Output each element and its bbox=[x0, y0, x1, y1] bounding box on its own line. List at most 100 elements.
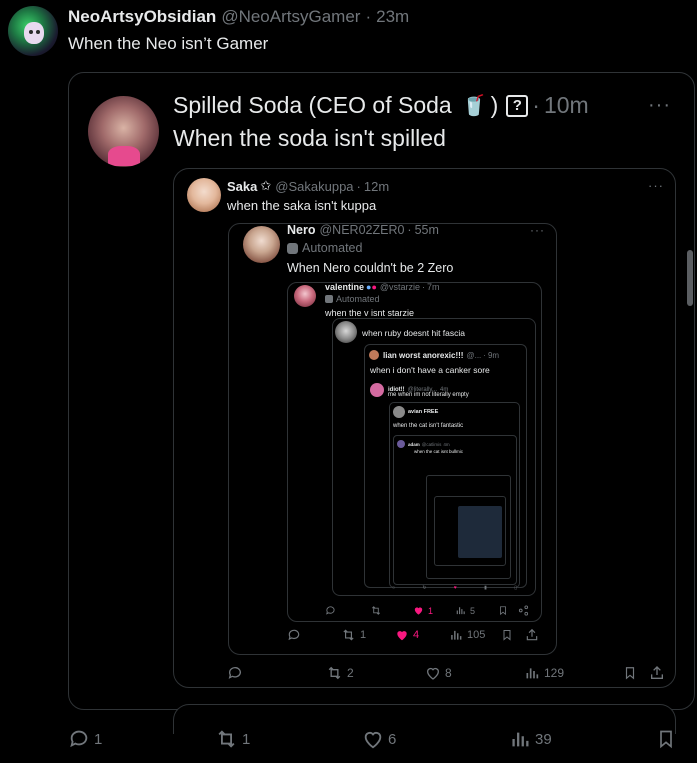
avatar[interactable] bbox=[370, 383, 384, 397]
close-paren: ) bbox=[490, 92, 499, 118]
views-icon bbox=[456, 607, 465, 615]
views-button[interactable]: 129 bbox=[524, 665, 564, 681]
quoted-author-handle[interactable]: @NER02ZER0 bbox=[319, 223, 404, 237]
like-button[interactable]: 1 bbox=[413, 605, 433, 616]
repost-icon bbox=[343, 629, 354, 641]
reply-icon[interactable]: ○ bbox=[392, 585, 395, 591]
media-thumbnail[interactable] bbox=[458, 506, 502, 558]
separator-dot: · bbox=[365, 7, 372, 26]
like-icon[interactable]: ♥ bbox=[454, 585, 457, 591]
share-button[interactable] bbox=[525, 628, 539, 642]
views-icon bbox=[512, 732, 529, 747]
quoted-time[interactable]: 9m bbox=[488, 351, 499, 360]
quoted-avatar[interactable] bbox=[294, 285, 316, 307]
views-icon bbox=[526, 668, 539, 679]
scrollbar-thumb[interactable] bbox=[687, 250, 693, 306]
reply-button[interactable] bbox=[287, 628, 301, 642]
quoted-author-handle[interactable]: @Sakakuppa bbox=[275, 179, 353, 194]
views-icon[interactable]: ▮ bbox=[484, 585, 487, 591]
action-bar: 1 4 105 bbox=[287, 628, 542, 644]
more-options-icon[interactable]: ··· bbox=[530, 223, 545, 237]
like-button[interactable]: 6 bbox=[362, 728, 396, 750]
share-button[interactable] bbox=[649, 665, 665, 681]
quoted-author-name[interactable]: Saka bbox=[227, 179, 257, 194]
bookmark-button[interactable] bbox=[623, 665, 637, 681]
bookmark-button[interactable] bbox=[501, 628, 513, 642]
action-bar: 1 5 bbox=[325, 605, 533, 619]
avatar[interactable] bbox=[369, 350, 379, 360]
quoted-author-handle[interactable]: @catlimis bbox=[422, 442, 442, 447]
quoted-author-name[interactable]: Spilled Soda (CEO of Soda bbox=[173, 92, 452, 119]
post-time[interactable]: 23m bbox=[376, 7, 409, 27]
reply-icon bbox=[288, 629, 300, 641]
views-button[interactable]: 5 bbox=[455, 605, 475, 616]
action-bar: ○ ↻ ♥ ▮ ▯ bbox=[392, 585, 517, 591]
avatar-eye bbox=[29, 30, 33, 34]
repost-icon bbox=[328, 666, 341, 680]
quoted-time[interactable]: 7m bbox=[427, 282, 440, 292]
quoted-text: me when im not literally empty bbox=[388, 392, 469, 398]
quoted-header: lian worst anorexic!!! @... · 9m bbox=[369, 350, 499, 360]
quoted-author-handle[interactable]: @... bbox=[466, 351, 481, 360]
repost-button[interactable]: 2 bbox=[326, 665, 354, 681]
bookmark-icon bbox=[625, 667, 635, 680]
quoted-avatar[interactable] bbox=[88, 96, 159, 167]
quoted-text: When the soda isn't spilled bbox=[173, 125, 446, 151]
quoted-author-handle[interactable]: @vstarzie bbox=[380, 282, 420, 292]
bookmark-icon bbox=[503, 630, 511, 641]
bot-icon bbox=[287, 242, 298, 254]
soda-emoji: 🥤 bbox=[461, 95, 487, 117]
reply-button[interactable]: 1 bbox=[68, 728, 102, 750]
heart-filled-icon bbox=[397, 631, 407, 641]
quoted-avatar[interactable] bbox=[335, 321, 357, 343]
share-button[interactable] bbox=[518, 605, 529, 616]
like-button[interactable]: 4 bbox=[395, 628, 419, 642]
like-button[interactable]: 8 bbox=[425, 665, 452, 681]
quoted-author-name[interactable]: lian worst anorexic!!! bbox=[383, 351, 463, 360]
bookmark-button[interactable] bbox=[656, 728, 676, 750]
quoted-time[interactable]: 12m bbox=[364, 179, 389, 194]
repost-button[interactable] bbox=[370, 605, 382, 616]
quoted-text: when the saka isn't kuppa bbox=[227, 198, 377, 213]
quoted-author-name[interactable]: adam bbox=[408, 442, 420, 447]
avatar[interactable] bbox=[393, 406, 405, 418]
avatar[interactable] bbox=[8, 6, 58, 56]
heart-filled-icon bbox=[414, 607, 423, 615]
reply-button[interactable] bbox=[325, 605, 336, 616]
more-options-icon[interactable]: ··· bbox=[648, 94, 671, 117]
quoted-header: valentine ● ● @vstarzie · 7m bbox=[325, 282, 440, 292]
repost-icon[interactable]: ↻ bbox=[422, 585, 426, 591]
quoted-avatar[interactable] bbox=[243, 226, 280, 263]
action-bar: 2 8 129 bbox=[227, 665, 667, 683]
views-button[interactable]: 105 bbox=[449, 628, 485, 642]
bookmark-button[interactable] bbox=[498, 605, 508, 616]
separator-dot: · bbox=[422, 282, 426, 292]
repost-button[interactable]: 1 bbox=[341, 628, 366, 642]
quoted-author-name[interactable]: avian FREE bbox=[408, 409, 438, 415]
reply-icon bbox=[326, 606, 335, 615]
quoted-time[interactable]: 4m bbox=[443, 442, 449, 447]
views-icon bbox=[451, 630, 462, 640]
views-button[interactable]: 39 bbox=[509, 728, 552, 750]
bookmark-icon bbox=[500, 606, 506, 616]
quoted-author-name[interactable]: Nero bbox=[287, 223, 315, 237]
share-icon bbox=[518, 605, 529, 616]
bow-icon: ● bbox=[371, 282, 377, 292]
quoted-time[interactable]: 10m bbox=[544, 92, 589, 119]
quoted-header: Spilled Soda (CEO of Soda 🥤 ) ? · 10m bbox=[173, 92, 589, 119]
bookmark-icon[interactable]: ▯ bbox=[514, 585, 517, 591]
quoted-header: avian FREE bbox=[393, 406, 438, 418]
author-handle[interactable]: @NeoArtsyGamer bbox=[221, 7, 360, 27]
bookmark-icon bbox=[660, 730, 672, 749]
avatar[interactable] bbox=[397, 440, 405, 448]
quoted-author-name[interactable]: valentine bbox=[325, 282, 364, 292]
quoted-avatar[interactable] bbox=[187, 178, 221, 212]
repost-button[interactable]: 1 bbox=[215, 728, 250, 750]
separator-dot: · bbox=[407, 223, 412, 237]
star-icon: ✩ bbox=[260, 178, 272, 193]
separator-dot: · bbox=[483, 350, 486, 360]
author-name[interactable]: NeoArtsyObsidian bbox=[68, 7, 216, 27]
quoted-time[interactable]: 55m bbox=[415, 223, 439, 237]
more-options-icon[interactable]: ··· bbox=[648, 178, 664, 193]
reply-button[interactable] bbox=[227, 665, 243, 681]
